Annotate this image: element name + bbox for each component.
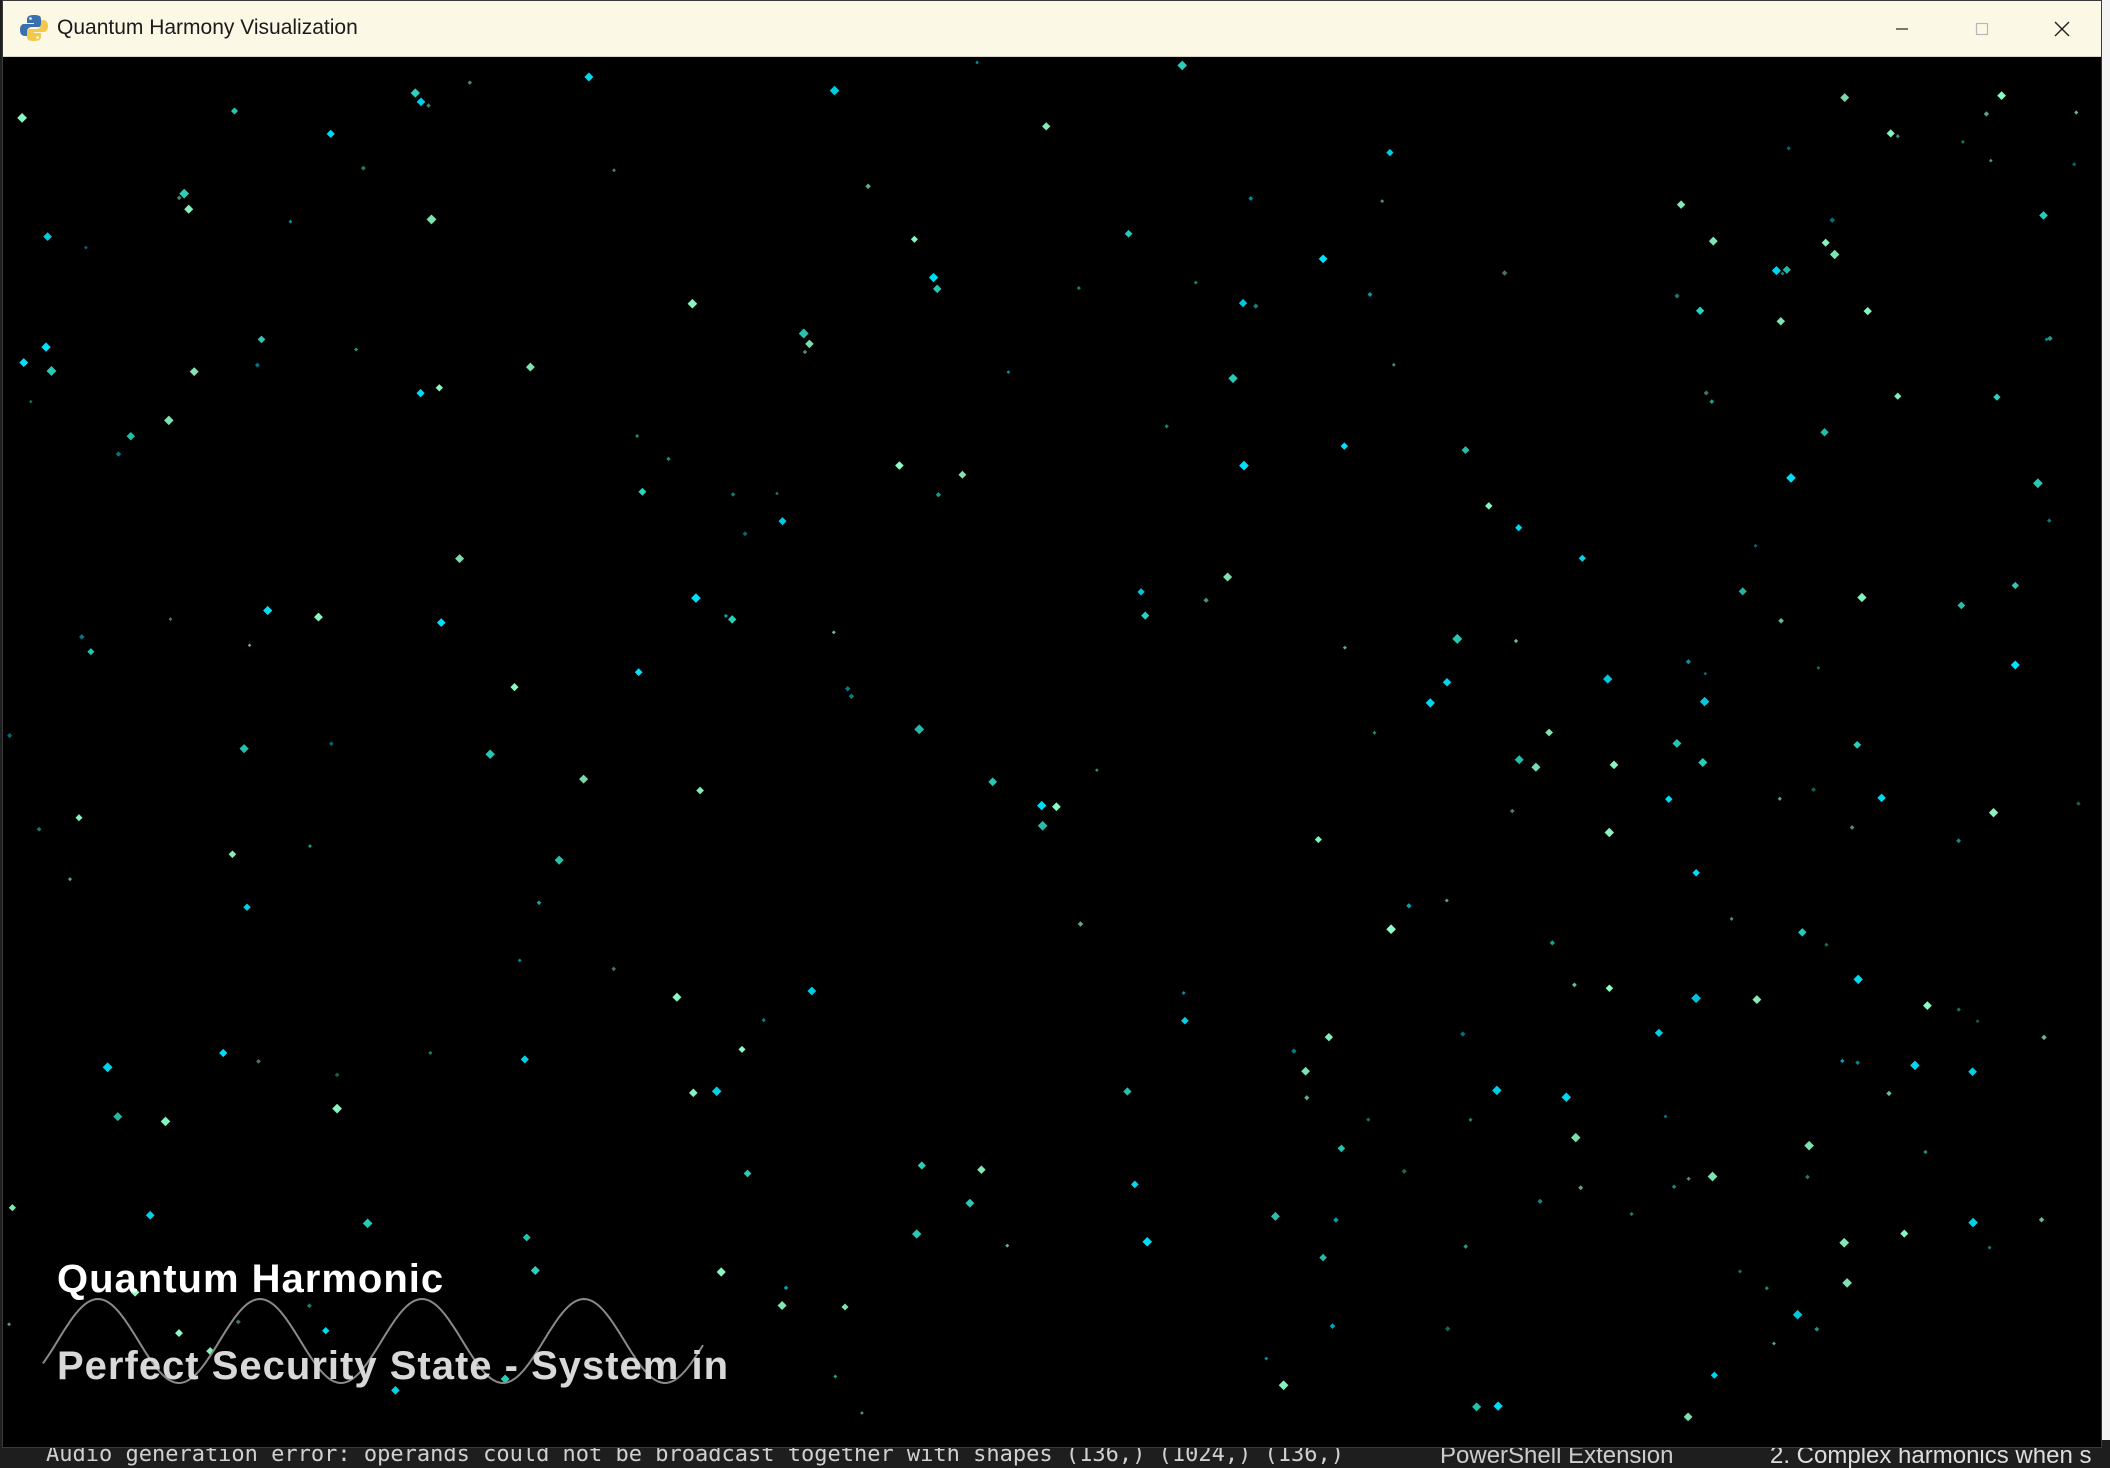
- close-icon: [2054, 21, 2070, 36]
- maximize-button[interactable]: [1943, 1, 2021, 56]
- maximize-icon: [1975, 22, 1989, 35]
- close-button[interactable]: [2023, 1, 2101, 56]
- harmonic-wave: [42, 1297, 704, 1385]
- hud-title: Quantum Harmonic: [57, 1257, 445, 1301]
- background-window-edge: [2102, 0, 2110, 1468]
- app-window: Quantum Harmony Visualization Quantum Ha…: [2, 0, 2102, 1448]
- window-title: Quantum Harmony Visualization: [57, 16, 358, 39]
- visualization-canvas[interactable]: Quantum Harmonic Perfect Security State …: [3, 57, 2101, 1447]
- minimize-button[interactable]: [1863, 1, 1941, 56]
- minimize-icon: [1896, 27, 1908, 30]
- python-icon: [19, 13, 49, 43]
- hud-status: Perfect Security State - System in: [57, 1344, 730, 1388]
- title-bar[interactable]: Quantum Harmony Visualization: [3, 1, 2101, 57]
